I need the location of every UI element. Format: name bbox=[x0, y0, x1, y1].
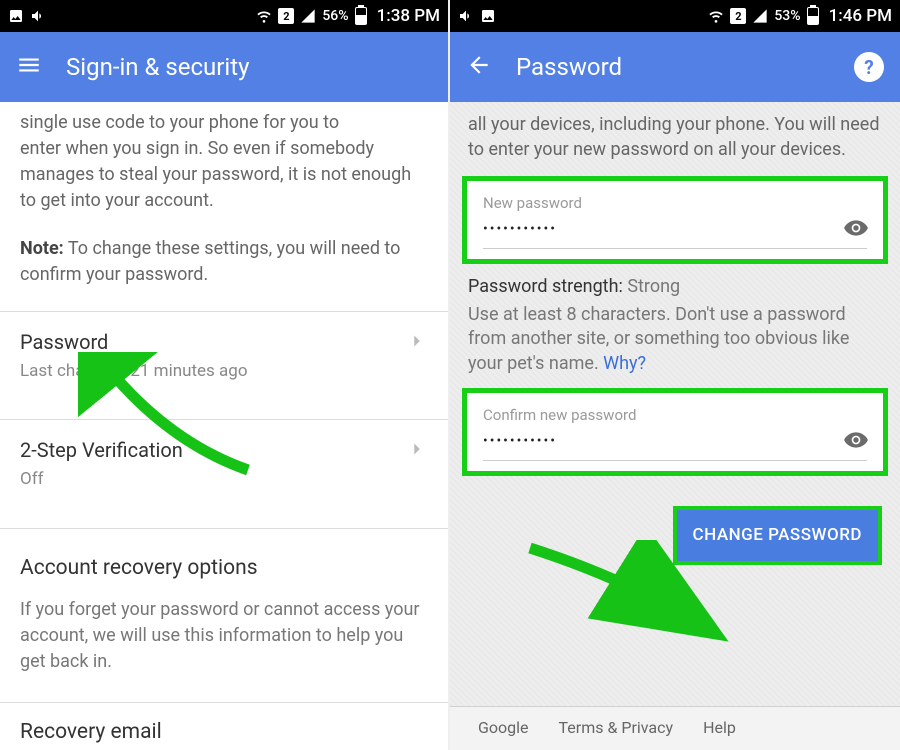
volume-icon bbox=[458, 8, 474, 24]
why-link[interactable]: Why? bbox=[603, 353, 646, 374]
page-title: Sign-in & security bbox=[66, 53, 249, 81]
intro-text-fragment: single use code to your phone for you to… bbox=[20, 110, 428, 214]
row-label: 2-Step Verification bbox=[20, 436, 428, 465]
change-password-button[interactable]: CHANGE PASSWORD bbox=[673, 506, 882, 566]
battery-icon bbox=[807, 7, 819, 25]
clock: 1:46 PM bbox=[829, 6, 892, 26]
field-value[interactable]: ••••••••••• bbox=[483, 220, 867, 249]
field-value[interactable]: ••••••••••• bbox=[483, 432, 867, 461]
content-area: single use code to your phone for you to… bbox=[0, 102, 448, 703]
note-text: Note: To change these settings, you will… bbox=[20, 236, 428, 288]
wifi-icon bbox=[708, 8, 724, 24]
help-icon[interactable]: ? bbox=[854, 52, 884, 82]
password-hint: Use at least 8 characters. Don't use a p… bbox=[468, 303, 882, 376]
field-label: New password bbox=[483, 193, 867, 214]
signal-icon bbox=[752, 8, 768, 24]
footer-link-terms[interactable]: Terms & Privacy bbox=[559, 717, 674, 739]
sim-icon: 2 bbox=[730, 8, 746, 24]
phone-left: 2 56% 1:38 PM Sign-in & security single … bbox=[0, 0, 450, 750]
status-bar: 2 53% 1:46 PM bbox=[450, 0, 900, 32]
intro-text: all your devices, including your phone. … bbox=[468, 112, 882, 162]
phone-right: 2 53% 1:46 PM Password ? all your device… bbox=[450, 0, 900, 750]
section-title: Account recovery options bbox=[20, 529, 428, 583]
footer-link-google[interactable]: Google bbox=[478, 717, 529, 739]
menu-icon[interactable] bbox=[16, 52, 42, 82]
image-icon bbox=[8, 8, 24, 24]
password-strength: Password strength: Strong bbox=[468, 274, 882, 299]
eye-icon[interactable] bbox=[843, 215, 869, 241]
sim-icon: 2 bbox=[278, 8, 294, 24]
cutoff-row-label: Recovery email bbox=[20, 720, 162, 744]
battery-percent: 56% bbox=[322, 8, 348, 24]
new-password-field[interactable]: New password ••••••••••• bbox=[462, 176, 888, 264]
confirm-password-field[interactable]: Confirm new password ••••••••••• bbox=[462, 388, 888, 476]
password-row[interactable]: Password Last changed: 21 minutes ago bbox=[20, 312, 428, 398]
page-title: Password bbox=[516, 53, 622, 81]
row-subtext: Off bbox=[20, 467, 428, 492]
app-bar: Sign-in & security bbox=[0, 32, 448, 102]
wifi-icon bbox=[256, 8, 272, 24]
signal-icon bbox=[300, 8, 316, 24]
clock: 1:38 PM bbox=[377, 6, 440, 26]
chevron-right-icon bbox=[406, 438, 428, 460]
chevron-right-icon bbox=[406, 330, 428, 352]
volume-icon bbox=[30, 8, 46, 24]
status-bar: 2 56% 1:38 PM bbox=[0, 0, 448, 32]
content-area: all your devices, including your phone. … bbox=[450, 102, 900, 750]
two-step-row[interactable]: 2-Step Verification Off bbox=[20, 420, 428, 506]
back-icon[interactable] bbox=[466, 52, 492, 82]
image-icon bbox=[480, 8, 496, 24]
divider bbox=[0, 702, 448, 703]
battery-icon bbox=[355, 7, 367, 25]
section-desc: If you forget your password or cannot ac… bbox=[20, 583, 428, 675]
footer-link-help[interactable]: Help bbox=[703, 717, 736, 739]
eye-icon[interactable] bbox=[843, 427, 869, 453]
app-bar: Password ? bbox=[450, 32, 900, 102]
footer: Google Terms & Privacy Help bbox=[450, 706, 900, 750]
field-label: Confirm new password bbox=[483, 405, 867, 426]
row-label: Password bbox=[20, 328, 428, 357]
battery-percent: 53% bbox=[774, 8, 800, 24]
row-subtext: Last changed: 21 minutes ago bbox=[20, 359, 428, 384]
